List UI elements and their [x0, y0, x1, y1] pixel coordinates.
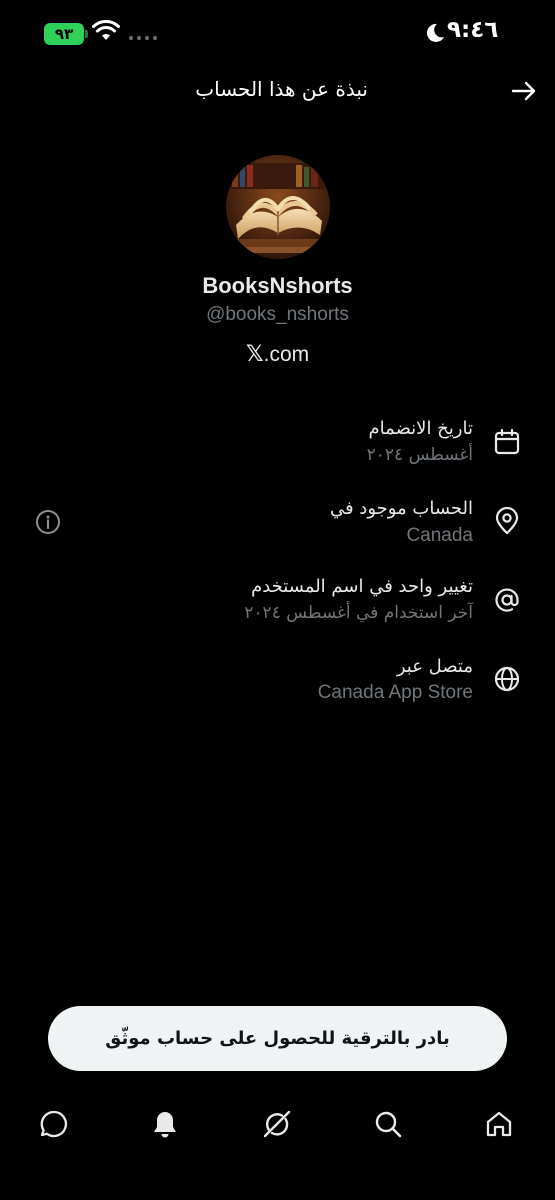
focus-moon-icon: [426, 23, 444, 42]
location-pin-icon: [495, 507, 519, 535]
info-row-location: الحساب موجود في Canada: [0, 490, 555, 550]
search-icon[interactable]: [372, 1108, 404, 1140]
website-suffix: .com: [263, 343, 310, 366]
battery-indicator: ٩٣: [44, 23, 88, 45]
info-value: Canada: [406, 525, 473, 546]
username-handle: @books_nshorts: [206, 304, 349, 325]
home-icon[interactable]: [483, 1108, 515, 1140]
website-link[interactable]: 𝕏.com: [0, 342, 555, 367]
avatar[interactable]: [226, 155, 330, 259]
upgrade-button-label: بادر بالترقية للحصول على حساب موثّق: [105, 1028, 450, 1049]
bottom-navigation: [0, 1100, 555, 1150]
globe-icon: [494, 666, 520, 692]
back-arrow-icon[interactable]: [509, 76, 539, 106]
header: نبذة عن هذا الحساب: [0, 66, 555, 114]
info-title: الحساب موجود في: [329, 498, 473, 519]
info-row-username-changes: تغيير واحد في اسم المستخدم آخر استخدام ف…: [0, 568, 555, 628]
info-row-joined: تاريخ الانضمام أغسطس ٢٠٢٤: [0, 410, 555, 470]
upgrade-verified-button[interactable]: بادر بالترقية للحصول على حساب موثّق: [48, 1006, 507, 1071]
info-title: تغيير واحد في اسم المستخدم: [251, 576, 473, 597]
status-bar: ٩٣ ٩:٤٦: [0, 0, 555, 66]
info-title: متصل عبر: [396, 656, 473, 677]
display-name: BooksNshorts: [202, 273, 353, 298]
wifi-icon: [92, 20, 120, 40]
page-title: نبذة عن هذا الحساب: [195, 77, 368, 101]
avatar-books-image: [226, 155, 330, 259]
notifications-icon[interactable]: [149, 1108, 181, 1140]
info-title: تاريخ الانضمام: [368, 418, 473, 439]
info-value: آخر استخدام في أغسطس ٢٠٢٤: [244, 603, 473, 623]
status-time: ٩:٤٦: [447, 17, 499, 43]
info-row-connected-via: متصل عبر Canada App Store: [0, 648, 555, 708]
info-value: Canada App Store: [317, 682, 473, 703]
x-logo-icon: 𝕏: [245, 342, 264, 367]
info-circle-icon[interactable]: [35, 509, 61, 535]
grok-icon[interactable]: [261, 1108, 293, 1140]
info-value: أغسطس ٢٠٢٤: [366, 445, 473, 465]
battery-level: ٩٣: [54, 25, 74, 43]
cellular-signal-icon: [129, 36, 157, 40]
messages-icon[interactable]: [38, 1108, 70, 1140]
at-sign-icon: [495, 588, 519, 612]
calendar-icon: [494, 428, 520, 455]
